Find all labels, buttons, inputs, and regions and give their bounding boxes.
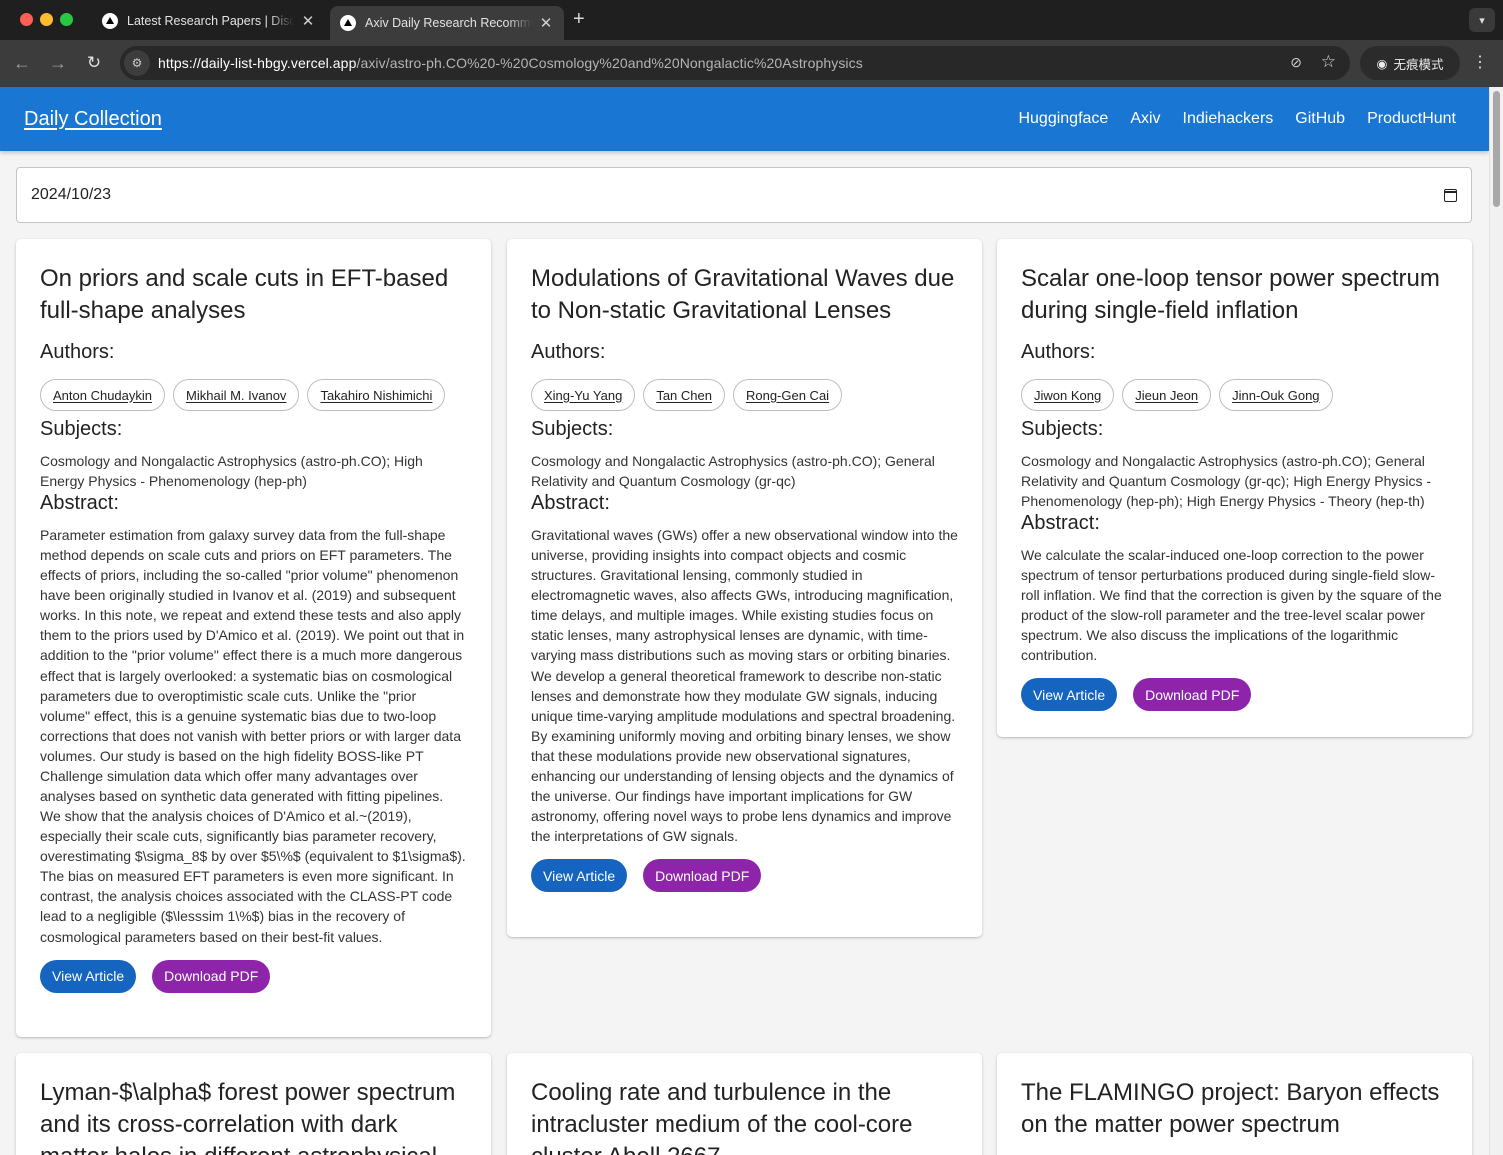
paper-title: The FLAMINGO project: Baryon effects on … (1021, 1079, 1440, 1138)
authors-heading: Authors: (531, 341, 606, 363)
browser-tab-active[interactable]: Axiv Daily Research Recommendations ✕ (330, 6, 564, 40)
nav-link-github[interactable]: GitHub (1295, 110, 1345, 128)
abstract-heading: Abstract: (40, 492, 119, 514)
author-chip[interactable]: Takahiro Nishimichi (307, 379, 446, 411)
author-chip[interactable]: Jinn-Ouk Gong (1219, 379, 1333, 411)
subjects-heading: Subjects: (1021, 418, 1104, 440)
paper-title: Cooling rate and turbulence in the intra… (531, 1079, 913, 1155)
vercel-favicon-icon (340, 15, 356, 31)
author-chip[interactable]: Mikhail M. Ivanov (173, 379, 300, 411)
abstract-text: Parameter estimation from galaxy survey … (40, 527, 466, 945)
abstract-text: We calculate the scalar-induced one-loop… (1021, 547, 1442, 664)
author-chips: Jiwon Kong Jieun Jeon Jinn-Ouk Gong (1021, 379, 1448, 411)
browser-tab[interactable]: Latest Research Papers | Discover ✕ (92, 6, 326, 36)
new-tab-button[interactable]: + (573, 8, 585, 31)
subjects-heading: Subjects: (531, 418, 614, 440)
paper-card: Lyman-$\alpha$ forest power spectrum and… (16, 1053, 491, 1155)
date-picker[interactable]: 2024/10/23 (16, 167, 1472, 223)
close-window-button[interactable] (20, 13, 33, 26)
download-pdf-button[interactable]: Download PDF (643, 859, 762, 893)
star-icon[interactable]: ☆ (1321, 52, 1336, 72)
url-text[interactable]: https://daily-list-hbgy.vercel.app/axiv/… (158, 55, 863, 71)
site-info-icon[interactable]: ⚙ (124, 50, 150, 76)
app-header: Daily Collection Huggingface Axiv Indieh… (0, 87, 1489, 151)
forward-arrow-icon[interactable]: → (46, 51, 70, 75)
brand-link[interactable]: Daily Collection (24, 108, 162, 131)
author-chip[interactable]: Jieun Jeon (1122, 379, 1212, 411)
card-actions: View Article Download PDF (1021, 678, 1448, 712)
main-nav: Huggingface Axiv Indiehackers GitHub Pro… (1018, 110, 1456, 128)
subjects-text: Cosmology and Nongalactic Astrophysics (… (40, 453, 423, 489)
subjects-text: Cosmology and Nongalactic Astrophysics (… (531, 453, 935, 489)
incognito-icon: ◉ (1376, 56, 1388, 71)
date-value[interactable]: 2024/10/23 (31, 186, 1444, 204)
nav-link-indiehackers[interactable]: Indiehackers (1183, 110, 1274, 128)
paper-title: Lyman-$\alpha$ forest power spectrum and… (40, 1079, 456, 1155)
tab-title: Axiv Daily Research Recommendations (365, 16, 532, 30)
kebab-menu-icon[interactable]: ⋮ (1472, 52, 1488, 72)
close-tab-icon[interactable]: ✕ (300, 12, 316, 30)
paper-card: The FLAMINGO project: Baryon effects on … (997, 1053, 1472, 1155)
paper-card: Modulations of Gravitational Waves due t… (507, 239, 982, 937)
author-chip[interactable]: Tan Chen (643, 379, 725, 411)
eye-off-icon[interactable]: ⊘ (1290, 54, 1302, 71)
url-host: https://daily-list-hbgy.vercel.app (158, 55, 357, 71)
abstract-heading: Abstract: (531, 492, 610, 514)
address-bar[interactable]: ⚙ https://daily-list-hbgy.vercel.app/axi… (120, 46, 1350, 80)
paper-title: Scalar one-loop tensor power spectrum du… (1021, 265, 1440, 324)
reload-icon[interactable]: ↻ (82, 51, 106, 75)
download-pdf-button[interactable]: Download PDF (1133, 678, 1252, 712)
nav-link-producthunt[interactable]: ProductHunt (1367, 110, 1456, 128)
author-chip[interactable]: Anton Chudaykin (40, 379, 166, 411)
chevron-down-icon[interactable]: ▾ (1469, 8, 1495, 32)
card-actions: View Article Download PDF (40, 959, 467, 993)
paper-card: On priors and scale cuts in EFT-based fu… (16, 239, 491, 1037)
abstract-text: Gravitational waves (GWs) offer a new ob… (531, 527, 958, 845)
author-chip[interactable]: Rong-Gen Cai (732, 379, 843, 411)
maximize-window-button[interactable] (60, 13, 73, 26)
author-chips: Xing-Yu Yang Tan Chen Rong-Gen Cai (531, 379, 958, 411)
minimize-window-button[interactable] (40, 13, 53, 26)
incognito-badge[interactable]: ◉ 无痕模式 (1360, 46, 1460, 80)
subjects-heading: Subjects: (40, 418, 123, 440)
calendar-icon[interactable] (1444, 188, 1457, 202)
view-article-button[interactable]: View Article (40, 959, 137, 993)
view-article-button[interactable]: View Article (531, 859, 628, 893)
browser-toolbar: ← → ↻ ⚙ https://daily-list-hbgy.vercel.a… (0, 40, 1503, 87)
author-chip[interactable]: Jiwon Kong (1021, 379, 1115, 411)
close-tab-icon[interactable]: ✕ (538, 14, 554, 32)
incognito-label: 无痕模式 (1393, 57, 1444, 72)
tab-title: Latest Research Papers | Discover (127, 14, 294, 28)
nav-link-axiv[interactable]: Axiv (1130, 110, 1160, 128)
paper-title: Modulations of Gravitational Waves due t… (531, 265, 955, 324)
abstract-heading: Abstract: (1021, 512, 1100, 534)
author-chip[interactable]: Xing-Yu Yang (531, 379, 636, 411)
card-actions: View Article Download PDF (531, 859, 958, 893)
vercel-favicon-icon (102, 13, 118, 29)
nav-link-huggingface[interactable]: Huggingface (1018, 110, 1108, 128)
author-chips: Anton Chudaykin Mikhail M. Ivanov Takahi… (40, 379, 467, 411)
scrollbar-thumb[interactable] (1493, 91, 1500, 207)
authors-heading: Authors: (1021, 341, 1096, 363)
paper-card: Cooling rate and turbulence in the intra… (507, 1053, 982, 1155)
paper-card: Scalar one-loop tensor power spectrum du… (997, 239, 1472, 737)
browser-tab-bar: Latest Research Papers | Discover ✕ Axiv… (0, 0, 1503, 40)
back-arrow-icon[interactable]: ← (10, 51, 34, 75)
view-article-button[interactable]: View Article (1021, 678, 1118, 712)
page-scrollbar[interactable] (1489, 87, 1503, 1155)
subjects-text: Cosmology and Nongalactic Astrophysics (… (1021, 453, 1432, 509)
download-pdf-button[interactable]: Download PDF (152, 959, 271, 993)
paper-title: On priors and scale cuts in EFT-based fu… (40, 265, 449, 324)
authors-heading: Authors: (40, 341, 115, 363)
url-path: /axiv/astro-ph.CO%20-%20Cosmology%20and%… (356, 55, 863, 71)
